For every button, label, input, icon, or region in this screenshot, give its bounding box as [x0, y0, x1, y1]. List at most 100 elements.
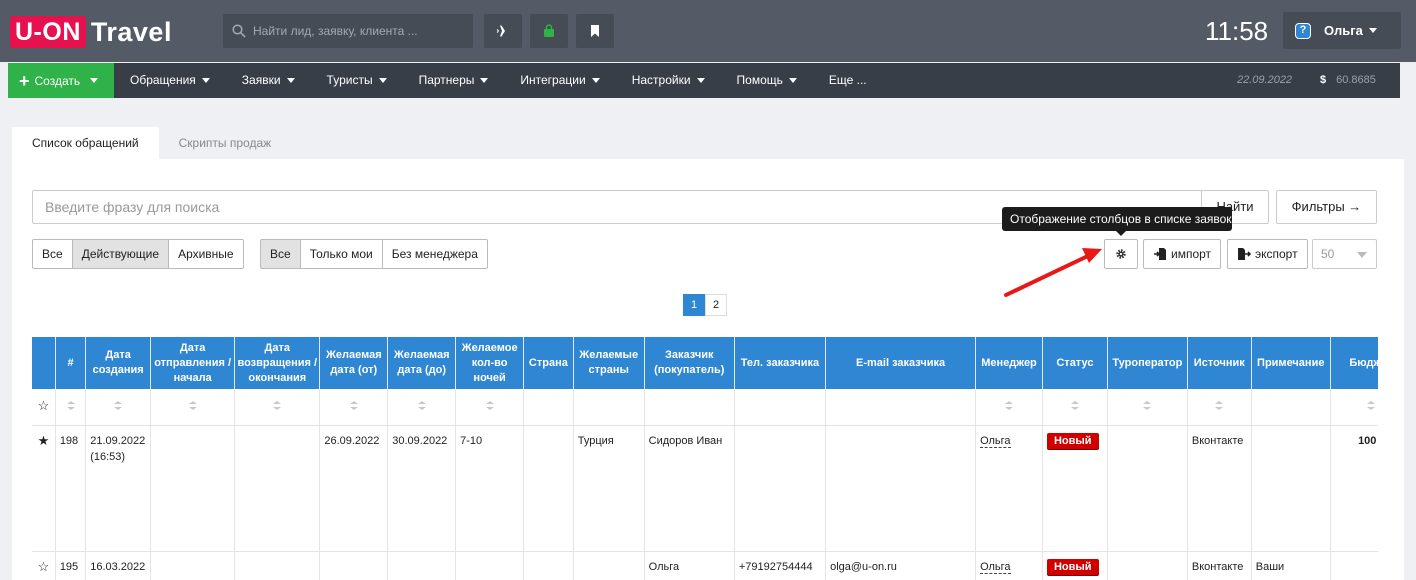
global-search[interactable] — [223, 14, 473, 48]
sort-cell[interactable] — [1330, 389, 1378, 426]
nav-item-integrations[interactable]: Интеграции — [504, 63, 615, 98]
cell-depart — [150, 425, 236, 552]
tab-sales-scripts[interactable]: Скрипты продаж — [159, 127, 292, 159]
status-badge[interactable]: Новый — [1046, 558, 1099, 575]
column-header[interactable]: Желаемое кол-во ночей — [455, 337, 525, 389]
sort-cell[interactable] — [234, 389, 321, 426]
manager-link[interactable]: Ольга — [980, 560, 1011, 574]
chevron-down-icon — [591, 78, 600, 84]
column-header[interactable]: Менеджер — [975, 337, 1043, 389]
sort-cell[interactable] — [1107, 389, 1188, 426]
filter-active[interactable]: Действующие — [71, 239, 170, 269]
favorites-filter[interactable]: ☆ — [32, 389, 56, 426]
nav-item-requests[interactable]: Заявки — [226, 63, 311, 98]
column-header[interactable]: Дата возвращения / окончания — [234, 337, 321, 389]
cell-note: Ваши — [1251, 551, 1331, 580]
nav-item-settings[interactable]: Настройки — [616, 63, 721, 98]
table-row[interactable]: ☆ 195 16.03.2022 Ольга +79192754444 olga… — [32, 551, 1378, 580]
filter-archived[interactable]: Архивные — [168, 239, 244, 269]
chevron-down-icon — [788, 78, 797, 84]
status-badge[interactable]: Новый — [1046, 432, 1099, 449]
manager-link[interactable]: Ольга — [980, 434, 1011, 448]
table-row[interactable]: ★ 198 21.09.2022 (16:53) 26.09.2022 30.0… — [32, 425, 1378, 552]
column-header[interactable]: # — [55, 337, 87, 389]
column-header[interactable]: Дата создания — [85, 337, 152, 389]
bag-button[interactable] — [530, 14, 568, 48]
nav-item-inquiries[interactable]: Обращения — [114, 63, 226, 98]
nav-item-label: Настройки — [631, 73, 691, 87]
column-header[interactable]: Примечание — [1251, 337, 1331, 389]
owner-filter-no-manager[interactable]: Без менеджера — [381, 239, 488, 269]
column-header[interactable]: Заказчик (покупатель) — [644, 337, 735, 389]
content-panel: Найти Фильтры → Все Действующие Архивные… — [12, 159, 1404, 580]
per-page-select[interactable]: 50 — [1312, 239, 1377, 269]
export-icon — [1238, 248, 1251, 260]
sort-cell — [644, 389, 735, 426]
help-icon[interactable]: ? — [1295, 22, 1311, 39]
bag-icon — [544, 24, 554, 37]
import-button[interactable]: импорт — [1143, 239, 1222, 269]
chevron-down-icon — [286, 78, 295, 84]
column-header — [32, 337, 56, 389]
export-button[interactable]: экспорт — [1227, 239, 1308, 269]
sort-cell[interactable] — [55, 389, 87, 426]
cell-country — [523, 425, 574, 552]
chevron-down-icon — [201, 78, 210, 84]
create-button[interactable]: + Создать — [8, 63, 114, 98]
logo[interactable]: U-ON Travel — [10, 16, 172, 48]
cell-status: Новый — [1042, 425, 1108, 552]
global-search-input[interactable] — [253, 24, 463, 38]
sort-cell[interactable] — [150, 389, 236, 426]
cell-note — [1251, 425, 1331, 552]
column-header[interactable]: Бюджет — [1330, 337, 1378, 389]
filters-button[interactable]: Фильтры → — [1276, 190, 1377, 224]
sort-cell[interactable] — [319, 389, 389, 426]
page-2[interactable]: 2 — [705, 294, 727, 316]
sort-cell[interactable] — [85, 389, 152, 426]
cell-manager: Ольга — [975, 551, 1043, 580]
column-header[interactable]: Статус — [1042, 337, 1108, 389]
nav-item-partners[interactable]: Партнеры — [403, 63, 505, 98]
chevron-down-icon — [378, 78, 387, 84]
sort-icon — [114, 400, 123, 410]
flight-button[interactable] — [484, 14, 522, 48]
sort-cell[interactable] — [1042, 389, 1108, 426]
sort-cell[interactable] — [975, 389, 1043, 426]
cell-phone: +79192754444 — [734, 551, 827, 580]
column-header[interactable]: Дата отправления / начала — [150, 337, 236, 389]
column-header[interactable]: E-mail заказчика — [825, 337, 977, 389]
filter-all[interactable]: Все — [32, 239, 73, 269]
owner-filter-all[interactable]: Все — [260, 239, 301, 269]
tab-inquiry-list[interactable]: Список обращений — [12, 127, 159, 159]
column-header[interactable]: Туроператор — [1107, 337, 1188, 389]
bookmark-button[interactable] — [576, 14, 614, 48]
column-settings-button[interactable] — [1104, 239, 1138, 269]
column-header[interactable]: Желаемая дата (до) — [387, 337, 457, 389]
sort-icon — [273, 400, 282, 410]
sort-icon — [485, 400, 494, 410]
column-header[interactable]: Страна — [523, 337, 574, 389]
favorite-star-icon[interactable]: ☆ — [32, 551, 56, 580]
favorite-star-icon[interactable]: ★ — [32, 425, 56, 552]
column-header[interactable]: Желаемые страны — [573, 337, 645, 389]
column-header[interactable]: Источник — [1187, 337, 1252, 389]
nav-item-more[interactable]: Еще ... — [813, 63, 883, 98]
sort-icon — [1005, 400, 1014, 410]
nav-date: 22.09.2022 — [1237, 74, 1293, 86]
page-tabs: Список обращений Скрипты продаж — [12, 127, 291, 159]
column-header[interactable]: Тел. заказчика — [734, 337, 827, 389]
user-menu[interactable]: ? Ольга — [1283, 12, 1401, 49]
sort-cell[interactable] — [455, 389, 525, 426]
owner-filter-mine[interactable]: Только мои — [299, 239, 383, 269]
nav-item-tourists[interactable]: Туристы — [311, 63, 403, 98]
page-1[interactable]: 1 — [683, 294, 705, 316]
import-icon — [1154, 248, 1166, 260]
column-header[interactable]: Желаемая дата (от) — [319, 337, 389, 389]
sort-cell[interactable] — [387, 389, 457, 426]
cell-depart — [150, 551, 236, 580]
nav-item-help[interactable]: Помощь — [721, 63, 813, 98]
cell-customer: Ольга — [644, 551, 735, 580]
sort-cell[interactable] — [1187, 389, 1252, 426]
cell-nights: 7-10 — [455, 425, 525, 552]
top-bar: U-ON Travel 11:58 ? Ольга — [0, 0, 1416, 62]
